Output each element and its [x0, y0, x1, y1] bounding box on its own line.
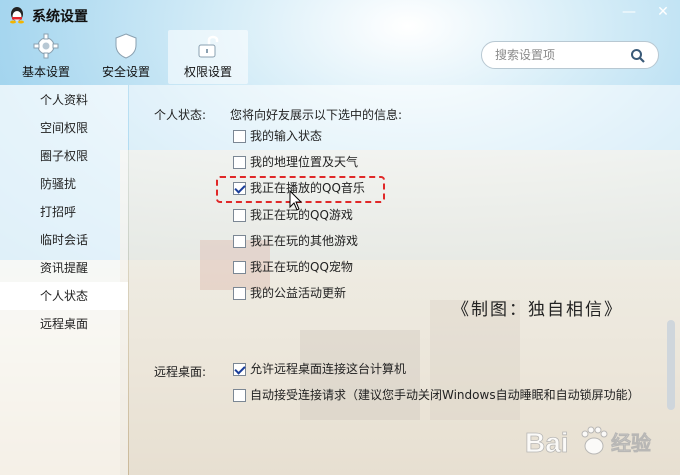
close-button[interactable]: ✕ — [648, 0, 678, 26]
checkbox-label: 自动接受连接请求（建议您手动关闭Windows自动睡眠和自动锁屏功能） — [250, 388, 640, 402]
tab-label: 基本设置 — [21, 65, 70, 79]
scrollbar-thumb[interactable] — [667, 320, 675, 410]
sidebar: 个人资料 空间权限 圈子权限 防骚扰 打招呼 临时会话 资讯提醒 个人状态 远程… — [0, 85, 128, 475]
tab-label: 安全设置 — [101, 65, 150, 79]
sidebar-item-space-permission[interactable]: 空间权限 — [0, 114, 128, 142]
checkbox[interactable] — [233, 261, 246, 274]
search-icon[interactable] — [630, 48, 646, 64]
tab-basic-settings[interactable]: 基本设置 — [6, 30, 86, 84]
tab-security-settings[interactable]: 安全设置 — [86, 30, 166, 84]
sidebar-item-profile[interactable]: 个人资料 — [0, 86, 128, 114]
sidebar-item-temp-session[interactable]: 临时会话 — [0, 226, 128, 254]
gear-icon — [33, 33, 59, 59]
checkbox-label: 允许远程桌面连接这台计算机 — [250, 362, 407, 376]
remote-desktop-label: 远程桌面: — [154, 365, 207, 379]
checkbox[interactable] — [233, 209, 246, 222]
author-caption: 《制图：独自相信》 — [452, 300, 623, 320]
sidebar-item-anti-harassment[interactable]: 防骚扰 — [0, 170, 128, 198]
scrollbar[interactable] — [665, 85, 677, 475]
checkbox-label: 我的输入状态 — [250, 129, 323, 143]
sidebar-item-greeting[interactable]: 打招呼 — [0, 198, 128, 226]
sidebar-item-circle-permission[interactable]: 圈子权限 — [0, 142, 128, 170]
shield-icon — [115, 33, 137, 59]
checkbox-label: 我的公益活动更新 — [250, 286, 347, 300]
paw-icon — [581, 426, 608, 455]
tab-label: 权限设置 — [183, 65, 232, 79]
checkbox[interactable] — [233, 287, 246, 300]
checkbox-label: 我正在玩的QQ宠物 — [250, 260, 353, 274]
window-title: 系统设置 — [32, 9, 88, 25]
mouse-cursor-icon — [289, 190, 303, 211]
sidebar-item-personal-status[interactable]: 个人状态 — [0, 282, 128, 310]
baidu-brand-text: Bai — [525, 427, 569, 458]
checkbox-label: 我正在玩的其他游戏 — [250, 234, 359, 248]
sidebar-item-remote-desktop[interactable]: 远程桌面 — [0, 310, 128, 338]
title-bar: 系统设置 — ✕ — [0, 0, 680, 30]
checkbox-label: 我的地理位置及天气 — [250, 155, 359, 169]
checkbox-checked[interactable] — [233, 363, 246, 376]
checkbox[interactable] — [233, 130, 246, 143]
search-box — [481, 41, 659, 69]
search-input[interactable] — [495, 47, 625, 63]
tab-permission-settings[interactable]: 权限设置 — [168, 30, 248, 84]
baidu-suffix-text: 经验 — [611, 431, 651, 455]
checkbox[interactable] — [233, 389, 246, 402]
unlock-icon — [198, 35, 219, 58]
app-icon — [10, 7, 24, 24]
minimize-button[interactable]: — — [614, 0, 644, 26]
personal-status-label: 个人状态: — [154, 108, 207, 122]
checkbox[interactable] — [233, 235, 246, 248]
sidebar-item-news-reminder[interactable]: 资讯提醒 — [0, 254, 128, 282]
checkbox[interactable] — [233, 156, 246, 169]
personal-status-description: 您将向好友展示以下选中的信息: — [230, 108, 403, 122]
baidu-jingyan-watermark: Bai 经验 — [525, 426, 651, 458]
content-panel — [129, 85, 680, 475]
